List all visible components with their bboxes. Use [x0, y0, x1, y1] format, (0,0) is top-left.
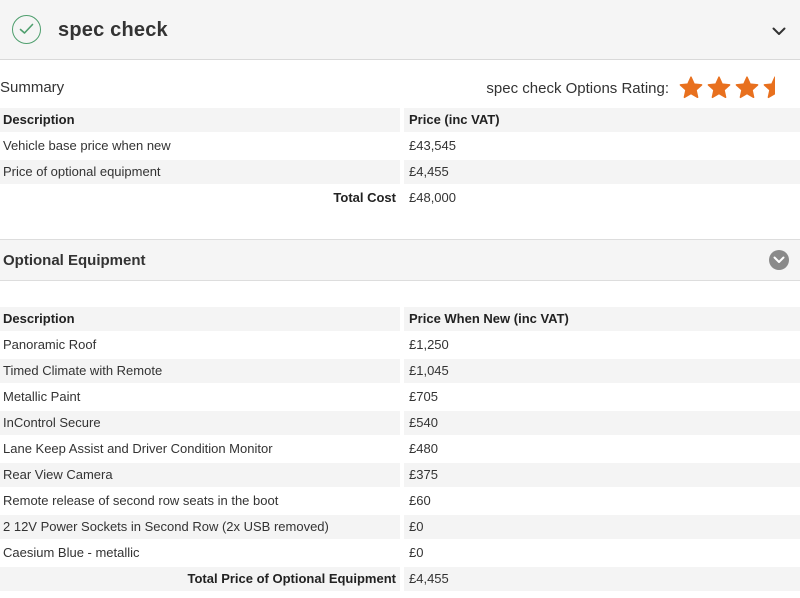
row-description: Caesium Blue - metallic: [3, 545, 140, 560]
table-row: 2 12V Power Sockets in Second Row (2x US…: [0, 515, 800, 541]
table-row: Rear View Camera £375: [0, 463, 800, 489]
column-header-price: Price (inc VAT): [404, 108, 800, 132]
brand-title: spec check: [58, 19, 168, 41]
total-label: Total Price of Optional Equipment: [0, 567, 400, 591]
row-price: £60: [409, 493, 431, 508]
optional-equipment-header[interactable]: Optional Equipment: [0, 239, 800, 281]
row-description: Panoramic Roof: [3, 337, 97, 352]
spec-check-header[interactable]: spec check: [0, 0, 800, 60]
table-row: Metallic Paint £705: [0, 385, 800, 411]
table-row: Remote release of second row seats in th…: [0, 489, 800, 515]
row-description: Lane Keep Assist and Driver Condition Mo…: [3, 441, 273, 456]
row-price: £480: [409, 441, 438, 456]
row-description: Timed Climate with Remote: [0, 359, 400, 383]
star-icon: [707, 76, 731, 99]
check-circle-icon: [12, 15, 41, 44]
table-row: Timed Climate with Remote £1,045: [0, 359, 800, 385]
row-price: £705: [409, 389, 438, 404]
star-icon: [679, 76, 703, 99]
column-header-description: Description: [0, 108, 400, 132]
row-description: 2 12V Power Sockets in Second Row (2x US…: [0, 515, 400, 539]
total-label: Total Cost: [333, 190, 396, 205]
row-price: £4,455: [404, 160, 800, 184]
table-header-row: Description Price When New (inc VAT): [0, 307, 800, 333]
optional-equipment-title: Optional Equipment: [3, 252, 146, 269]
row-description: Vehicle base price when new: [3, 138, 171, 153]
total-row: Total Price of Optional Equipment £4,455: [0, 567, 800, 593]
row-price: £1,250: [409, 337, 449, 352]
row-price: £1,045: [404, 359, 800, 383]
row-description: Rear View Camera: [0, 463, 400, 487]
row-price: £375: [404, 463, 800, 487]
table-header-row: Description Price (inc VAT): [0, 108, 800, 134]
optional-equipment-table: Description Price When New (inc VAT) Pan…: [0, 307, 800, 593]
row-description: Metallic Paint: [3, 389, 81, 404]
row-description: InControl Secure: [0, 411, 400, 435]
chevron-down-circle-icon[interactable]: [769, 250, 789, 270]
row-price: £43,545: [409, 138, 456, 153]
total-row: Total Cost £48,000: [0, 186, 800, 212]
table-row: Panoramic Roof £1,250: [0, 333, 800, 359]
summary-table: Description Price (inc VAT) Vehicle base…: [0, 108, 800, 212]
total-value: £48,000: [409, 190, 456, 205]
row-price: £540: [404, 411, 800, 435]
table-row: InControl Secure £540: [0, 411, 800, 437]
summary-label: Summary: [0, 79, 65, 96]
table-row: Price of optional equipment £4,455: [0, 160, 800, 186]
column-header-price: Price When New (inc VAT): [404, 307, 800, 331]
total-value: £4,455: [404, 567, 800, 591]
column-header-description: Description: [0, 307, 400, 331]
row-price: £0: [404, 515, 800, 539]
options-rating-label: spec check Options Rating:: [486, 80, 669, 97]
row-description: Price of optional equipment: [0, 160, 400, 184]
table-row: Vehicle base price when new £43,545: [0, 134, 800, 160]
chevron-down-icon[interactable]: [772, 24, 786, 39]
star-icon: [735, 76, 759, 99]
row-price: £0: [409, 545, 424, 560]
table-row: Lane Keep Assist and Driver Condition Mo…: [0, 437, 800, 463]
star-half-icon: [763, 76, 775, 99]
table-row: Caesium Blue - metallic £0: [0, 541, 800, 567]
row-description: Remote release of second row seats in th…: [3, 493, 279, 508]
